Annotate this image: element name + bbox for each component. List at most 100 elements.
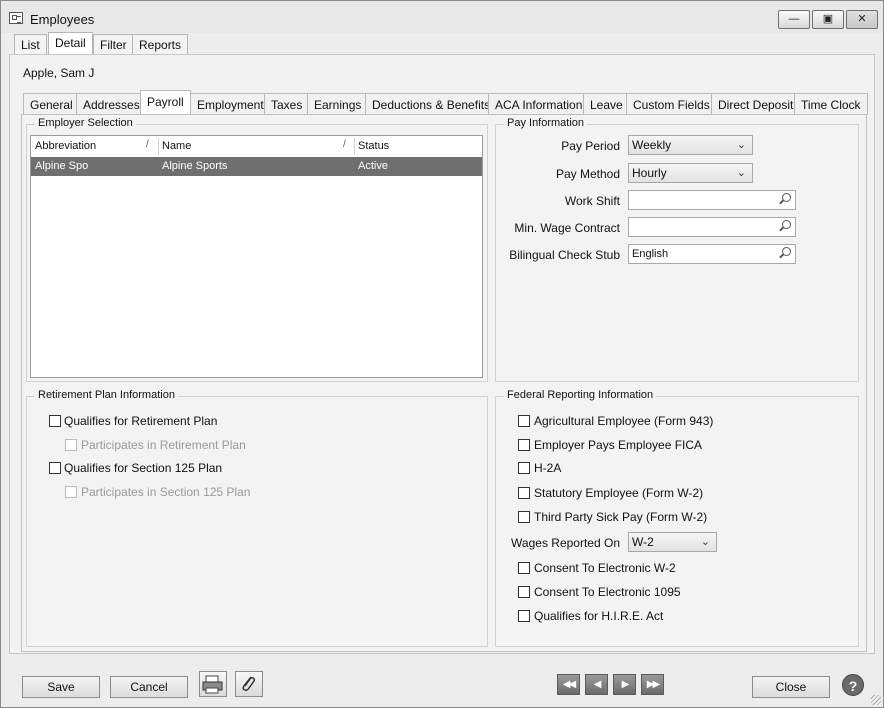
first-record-button[interactable]: ◀◀ (557, 674, 580, 695)
app-icon (9, 12, 23, 24)
cancel-button[interactable]: Cancel (110, 676, 188, 698)
column-separator (354, 138, 355, 155)
work-shift-label: Work Shift (564, 194, 620, 208)
help-icon: ? (848, 678, 858, 694)
qualifies-retirement-checkbox[interactable] (49, 415, 61, 427)
chevron-down-icon: ⌄ (736, 167, 746, 179)
print-button[interactable] (199, 671, 227, 697)
column-abbreviation[interactable]: Abbreviation (35, 140, 96, 152)
min-wage-contract-label: Min. Wage Contract (514, 221, 620, 235)
column-status[interactable]: Status (358, 140, 389, 152)
chevron-down-icon: ⌄ (700, 536, 710, 548)
agricultural-employee-checkbox[interactable] (518, 415, 530, 427)
tab-earnings[interactable]: Earnings (307, 93, 369, 115)
tab-taxes[interactable]: Taxes (264, 93, 310, 115)
tab-filter[interactable]: Filter (93, 34, 134, 55)
qualifies-retirement-label[interactable]: Qualifies for Retirement Plan (64, 414, 217, 428)
third-party-sick-pay-label[interactable]: Third Party Sick Pay (Form W-2) (534, 510, 707, 524)
tab-payroll[interactable]: Payroll (140, 90, 191, 115)
previous-record-icon: ◀ (593, 679, 602, 690)
tab-addresses[interactable]: Addresses (76, 93, 147, 115)
tab-detail[interactable]: Detail (48, 32, 93, 55)
employer-grid[interactable]: Abbreviation / Name / Status Alpine Spo … (30, 135, 483, 378)
consent-electronic-1095-label[interactable]: Consent To Electronic 1095 (534, 585, 681, 599)
save-button[interactable]: Save (22, 676, 100, 698)
maximize-button[interactable]: ▣ (812, 10, 844, 29)
hire-act-label[interactable]: Qualifies for H.I.R.E. Act (534, 609, 663, 623)
resize-grip-icon[interactable] (871, 695, 881, 705)
maximize-icon: ▣ (822, 13, 834, 25)
close-button[interactable]: Close (752, 676, 830, 698)
help-button[interactable]: ? (842, 674, 864, 696)
consent-electronic-w2-label[interactable]: Consent To Electronic W-2 (534, 561, 676, 575)
federal-reporting-title: Federal Reporting Information (504, 389, 657, 401)
participates-retirement-label[interactable]: Participates in Retirement Plan (81, 438, 246, 452)
tab-direct-deposit[interactable]: Direct Deposit (711, 93, 801, 115)
employer-pays-fica-label[interactable]: Employer Pays Employee FICA (534, 438, 702, 452)
tab-list[interactable]: List (14, 34, 47, 55)
third-party-sick-pay-checkbox[interactable] (518, 511, 530, 523)
sort-icon: / (343, 139, 346, 150)
column-separator (158, 138, 159, 155)
bilingual-check-stub-value: English (632, 248, 669, 260)
employer-pays-fica-checkbox[interactable] (518, 439, 530, 451)
table-row[interactable]: Alpine Spo Alpine Sports Active (31, 157, 482, 176)
pay-method-label: Pay Method (555, 167, 620, 181)
previous-record-button[interactable]: ◀ (585, 674, 608, 695)
next-record-icon: ▶ (621, 679, 630, 690)
consent-electronic-w2-checkbox[interactable] (518, 562, 530, 574)
attach-button[interactable] (235, 671, 263, 697)
sort-icon: / (146, 139, 149, 150)
participates-section-125-label[interactable]: Participates in Section 125 Plan (81, 485, 250, 499)
participates-section-125-checkbox[interactable] (65, 486, 77, 498)
tab-aca-information[interactable]: ACA Information (488, 93, 590, 115)
statutory-employee-label[interactable]: Statutory Employee (Form W-2) (534, 486, 703, 500)
search-icon[interactable] (782, 220, 791, 229)
print-icon (202, 675, 223, 694)
title-bar: Employees — ▣ ✕ (1, 1, 883, 33)
close-window-button[interactable]: ✕ (846, 10, 878, 29)
work-shift-field[interactable] (628, 190, 796, 210)
chevron-down-icon: ⌄ (736, 139, 746, 151)
min-wage-contract-field[interactable] (628, 217, 796, 237)
wages-reported-on-label: Wages Reported On (511, 536, 620, 550)
retirement-plan-group: Retirement Plan Information (26, 389, 488, 647)
employee-name: Apple, Sam J (23, 66, 95, 80)
wages-reported-on-value: W-2 (632, 535, 654, 549)
cell-status: Active (358, 160, 388, 172)
tab-custom-fields[interactable]: Custom Fields (626, 93, 717, 115)
pay-information-title: Pay Information (504, 117, 588, 129)
qualifies-section-125-checkbox[interactable] (49, 462, 61, 474)
tab-general[interactable]: General (23, 93, 80, 115)
cell-name: Alpine Sports (162, 160, 228, 172)
hire-act-checkbox[interactable] (518, 610, 530, 622)
first-record-icon: ◀◀ (562, 679, 576, 690)
tab-time-clock[interactable]: Time Clock (794, 93, 868, 115)
minimize-button[interactable]: — (778, 10, 810, 29)
close-icon: ✕ (857, 13, 867, 25)
tab-leave[interactable]: Leave (583, 93, 630, 115)
qualifies-section-125-label[interactable]: Qualifies for Section 125 Plan (64, 461, 222, 475)
h2a-label[interactable]: H-2A (534, 461, 561, 475)
pay-period-select[interactable]: Weekly ⌄ (628, 135, 753, 155)
search-icon[interactable] (782, 247, 791, 256)
h2a-checkbox[interactable] (518, 462, 530, 474)
retirement-plan-title: Retirement Plan Information (35, 389, 178, 401)
column-name[interactable]: Name (162, 140, 191, 152)
search-icon[interactable] (782, 193, 791, 202)
minimize-icon: — (788, 13, 800, 25)
next-record-button[interactable]: ▶ (613, 674, 636, 695)
tab-deductions-benefits[interactable]: Deductions & Benefits (365, 93, 498, 115)
tab-reports[interactable]: Reports (132, 34, 189, 55)
bilingual-check-stub-field[interactable]: English (628, 244, 796, 264)
agricultural-employee-label[interactable]: Agricultural Employee (Form 943) (534, 414, 713, 428)
last-record-icon: ▶▶ (646, 679, 660, 690)
tab-employment[interactable]: Employment (190, 93, 271, 115)
pay-method-value: Hourly (632, 166, 667, 180)
consent-electronic-1095-checkbox[interactable] (518, 586, 530, 598)
participates-retirement-checkbox[interactable] (65, 439, 77, 451)
wages-reported-on-select[interactable]: W-2 ⌄ (628, 532, 717, 552)
statutory-employee-checkbox[interactable] (518, 487, 530, 499)
last-record-button[interactable]: ▶▶ (641, 674, 664, 695)
pay-method-select[interactable]: Hourly ⌄ (628, 163, 753, 183)
